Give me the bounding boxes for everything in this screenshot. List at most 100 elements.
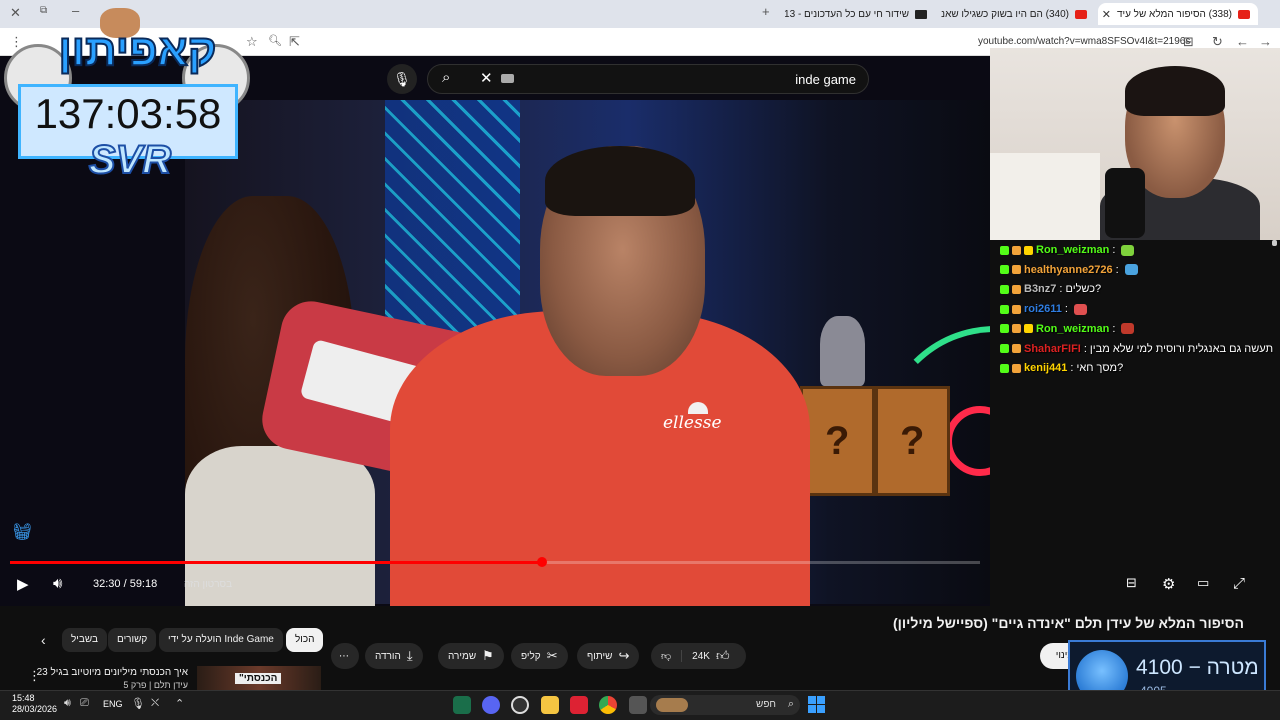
search-icon[interactable]: ⌕: [442, 69, 450, 86]
chrome-icon[interactable]: [599, 696, 617, 714]
chat-username[interactable]: ShaharFIFI: [1024, 343, 1081, 355]
star-icon[interactable]: ☆: [246, 34, 258, 50]
search-query: inde game: [795, 72, 856, 87]
chip-all[interactable]: הכול: [286, 628, 324, 652]
recommended-subtitle-line: עידן תלם | פרק 5: [123, 680, 188, 690]
chat-username[interactable]: Ron_weizman: [1036, 323, 1109, 335]
taskbar-date[interactable]: 28/03/2026: [12, 704, 57, 714]
taskbar-time[interactable]: 15:48: [12, 693, 35, 703]
chat-badge-icon: [1012, 324, 1021, 334]
chat-badge-icon: [1012, 245, 1021, 255]
chat-badge-icon: [1024, 245, 1033, 255]
save-button[interactable]: שמירה ⚑: [438, 643, 504, 669]
like-dislike-group: 👎︎ 24K 👍︎: [651, 643, 746, 669]
chat-message: kenij441 : מסך חאי?: [1000, 362, 1123, 374]
network-tray-icon[interactable]: ⎚: [80, 697, 89, 710]
shopping-basket-icon[interactable]: 🧺︎: [12, 522, 32, 542]
minimize-window-icon[interactable]: –: [72, 3, 79, 18]
language-indicator[interactable]: ENG: [103, 699, 123, 709]
tab-3[interactable]: שידור חי עם כל העדכונים - 13+ ✕: [785, 3, 935, 25]
dislike-icon[interactable]: 👎︎: [651, 650, 683, 662]
clip-label: קליפ: [521, 650, 541, 662]
play-icon[interactable]: ▶: [17, 575, 29, 593]
chip-for-you[interactable]: בשביל: [62, 628, 107, 652]
recommended-video-title[interactable]: איך הכנסתי מיליונים מיוטיוב בגיל 23 עידן…: [37, 667, 188, 690]
chat-colon: :: [1115, 263, 1119, 276]
chip-prev-arrow-icon[interactable]: ‹: [32, 628, 55, 652]
youtube-search-input[interactable]: ⌕ ✕ inde game: [427, 64, 869, 94]
like-icon[interactable]: 👍︎: [716, 648, 730, 664]
tab-title: (340) הם היו בשוק כשגילו שאנ: [941, 8, 1069, 20]
clip-button[interactable]: קליפ ✂: [511, 643, 568, 669]
media-player-icon[interactable]: [511, 696, 529, 714]
shirt-brand-text: ellesse: [663, 413, 722, 433]
person-center-hair: [545, 146, 695, 216]
url-field[interactable]: youtube.com/watch?v=wma8SFSOv4I&t=2196s: [978, 36, 1190, 47]
chapter-button[interactable]: בסרטון הזה: [184, 579, 232, 590]
tab-1-active[interactable]: (338) הסיפור המלא של עיד ✕: [1098, 3, 1258, 25]
download-button[interactable]: הורדה ⤓: [365, 643, 423, 669]
subtitles-icon[interactable]: ⊟: [1126, 575, 1137, 591]
file-explorer-icon[interactable]: [541, 696, 559, 714]
discord-icon[interactable]: [482, 696, 500, 714]
voice-search-mic-icon[interactable]: 🎙︎: [387, 64, 417, 94]
youtube-favicon-icon: [1238, 9, 1250, 19]
show-hidden-icons-chevron-icon[interactable]: ⌃: [175, 697, 184, 710]
question-block: ?: [800, 386, 875, 496]
figurine: [820, 316, 865, 386]
tab-title: (338) הסיפור המלא של עיד: [1116, 8, 1232, 20]
forward-icon[interactable]: →: [1259, 34, 1272, 49]
share-page-icon[interactable]: ⇱: [289, 34, 300, 50]
like-count[interactable]: 24K: [688, 651, 710, 662]
chat-message: roi2611 :: [1000, 303, 1087, 315]
chat-username[interactable]: Ron_weizman: [1036, 244, 1109, 256]
timer-label: SVR: [88, 137, 172, 183]
live-chat-overlay: Ron_weizman : healthyanne2726 : B3nz7 : כש…: [990, 240, 1280, 400]
chat-message: healthyanne2726 :: [1000, 264, 1138, 276]
back-icon[interactable]: ←: [1236, 34, 1249, 49]
more-actions-button[interactable]: ⋯: [331, 643, 359, 669]
microphone: [1105, 168, 1145, 238]
taskbar-app-icon[interactable]: [570, 696, 588, 714]
chat-username[interactable]: kenij441: [1024, 362, 1067, 374]
chat-username[interactable]: B3nz7: [1024, 283, 1056, 295]
new-tab-button[interactable]: +: [762, 4, 770, 19]
taskbar-app-icon[interactable]: [629, 696, 647, 714]
webcam-feed: [990, 48, 1280, 240]
youtube-favicon-icon: [1075, 9, 1087, 19]
taskbar-app-icon[interactable]: [453, 696, 471, 714]
taskbar-search-icon: ⌕: [787, 698, 794, 710]
clear-search-icon[interactable]: ✕: [480, 69, 493, 87]
progress-scrubber[interactable]: [537, 557, 547, 567]
chat-badge-icon: [1012, 304, 1021, 314]
share-button[interactable]: שיתוף ↪: [577, 643, 640, 669]
camera-tray-icon[interactable]: ⛌: [151, 697, 159, 710]
mic-tray-icon[interactable]: 🎙︎: [131, 697, 145, 710]
theater-mode-icon[interactable]: ▭: [1197, 575, 1209, 591]
keyboard-icon[interactable]: [501, 74, 514, 83]
chat-username[interactable]: roi2611: [1024, 303, 1062, 315]
taskbar-search-input[interactable]: ⌕ חפש: [650, 695, 800, 715]
chat-colon: :: [1083, 342, 1087, 355]
close-window-icon[interactable]: ✕: [10, 5, 21, 21]
volume-icon[interactable]: 🔊︎: [53, 575, 62, 592]
restore-window-icon[interactable]: ⧉: [40, 5, 47, 16]
tab-2[interactable]: (340) הם היו בשוק כשגילו שאנ: [940, 3, 1095, 25]
progress-bar[interactable]: [10, 557, 980, 567]
chip-related[interactable]: קשורים: [108, 628, 157, 652]
fullscreen-icon[interactable]: ⤢: [1233, 575, 1245, 592]
chat-username[interactable]: healthyanne2726: [1024, 264, 1113, 276]
windows-start-icon[interactable]: [808, 696, 825, 713]
chat-emote-icon: [1121, 244, 1135, 256]
chat-message: ShaharFIFI : תעשה גם באנגלית ורוסית למי …: [1000, 343, 1273, 355]
subathon-timer: 137:03:58: [34, 90, 222, 137]
volume-tray-icon[interactable]: 🔊︎: [64, 697, 71, 710]
chat-colon: :: [1059, 283, 1063, 296]
zoom-icon[interactable]: 🔍︎: [268, 34, 282, 47]
chat-text: מסך חאי?: [1076, 362, 1124, 375]
close-tab-icon[interactable]: ✕: [1102, 8, 1111, 21]
chat-badge-icon: [1012, 363, 1021, 373]
settings-gear-icon[interactable]: ⚙: [1162, 575, 1175, 593]
chat-scrollbar[interactable]: [1272, 240, 1277, 246]
chip-uploaded-by[interactable]: הועלה על ידי Inde Game: [159, 628, 283, 652]
